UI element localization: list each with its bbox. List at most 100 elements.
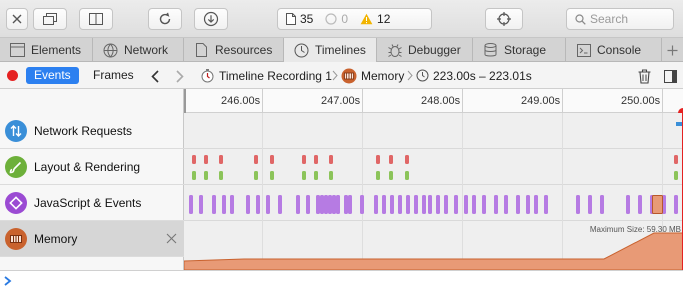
javascript-record-bar[interactable] [464,195,468,214]
javascript-record-bar[interactable] [674,195,678,214]
layout-record-bar[interactable] [254,171,258,180]
quick-console[interactable] [0,270,683,291]
javascript-record-bar[interactable] [482,195,486,214]
javascript-record-bar[interactable] [638,195,642,214]
javascript-record-bar[interactable] [454,195,458,214]
javascript-record-bar[interactable] [444,195,448,214]
javascript-record-bar[interactable] [516,195,520,214]
issue-counts[interactable]: 35 0 12 [277,8,432,30]
javascript-record-bar[interactable] [576,195,580,214]
record-button[interactable] [7,70,18,81]
layout-record-bar[interactable] [219,171,223,180]
javascript-record-bar[interactable] [414,195,418,214]
events-mode-button[interactable]: Events [26,67,79,84]
frames-mode-button[interactable]: Frames [93,67,134,84]
tab-resources[interactable]: Resources [184,38,284,62]
layout-record-bar[interactable] [329,171,333,180]
javascript-record-bar[interactable] [278,195,282,214]
javascript-record-bar[interactable] [306,195,310,214]
layout-record-bar[interactable] [302,171,306,180]
close-inspector-button[interactable] [6,8,28,30]
javascript-record-bar[interactable] [360,195,364,214]
javascript-record-bar[interactable] [222,195,226,214]
layout-record-bar[interactable] [376,155,380,164]
javascript-record-bar[interactable] [189,195,193,214]
layout-record-bar[interactable] [270,155,274,164]
javascript-record-bar[interactable] [256,195,260,214]
layout-record-bar[interactable] [405,155,409,164]
javascript-record-bar[interactable] [296,195,300,214]
layout-record-bar[interactable] [254,155,258,164]
tab-elements[interactable]: Elements [0,38,93,62]
layout-record-bar[interactable] [302,155,306,164]
tab-storage[interactable]: Storage [473,38,566,62]
dock-side-button[interactable] [79,8,113,30]
timeline-graph[interactable]: Maximum Size: 59.30 MB [184,113,683,270]
javascript-record-bar[interactable] [406,195,410,214]
timeline-row-layout-rendering[interactable]: Layout & Rendering [0,149,184,185]
javascript-record-bar[interactable] [472,195,476,214]
reload-button[interactable] [148,8,182,30]
tab-timelines[interactable]: Timelines [284,38,377,62]
javascript-record-bar[interactable] [398,195,402,214]
layout-record-bar[interactable] [192,155,196,164]
layout-record-bar[interactable] [219,155,223,164]
javascript-record-bar[interactable] [626,195,630,214]
timeline-row-network-requests[interactable]: Network Requests [0,113,184,149]
javascript-record-bar[interactable] [544,195,548,214]
timeline-row-memory[interactable]: Memory [0,221,184,257]
remove-timeline-close-icon[interactable] [166,233,177,244]
javascript-record-bar[interactable] [534,195,538,214]
javascript-record-bar[interactable] [422,195,426,214]
search-box[interactable] [566,8,674,30]
layout-record-bar[interactable] [405,171,409,180]
tab-debugger[interactable]: Debugger [377,38,473,62]
javascript-record-bar[interactable] [348,195,352,214]
javascript-record-bar[interactable] [230,195,234,214]
timeline-row-javascript-events[interactable]: JavaScript & Events [0,185,184,221]
javascript-record-bar[interactable] [504,195,508,214]
selected-record-bar[interactable] [652,195,663,214]
javascript-record-bar[interactable] [526,195,530,214]
javascript-record-bar[interactable] [199,195,203,214]
search-input[interactable] [590,12,670,26]
javascript-record-bar[interactable] [336,195,340,214]
tab-console[interactable]: Console [566,38,662,62]
javascript-record-bar[interactable] [382,195,386,214]
detach-window-button[interactable] [33,8,67,30]
javascript-record-bar[interactable] [374,195,378,214]
clear-timeline-button[interactable] [636,68,652,84]
breadcrumb-recording[interactable]: Timeline Recording 1 [200,67,332,84]
tab-network[interactable]: Network [93,38,184,62]
download-button[interactable] [194,8,228,30]
layout-record-bar[interactable] [329,155,333,164]
javascript-record-bar[interactable] [390,195,394,214]
toggle-details-sidebar-button[interactable] [662,68,678,84]
new-tab-button[interactable] [662,38,683,62]
layout-record-bar[interactable] [204,171,208,180]
breadcrumb-memory[interactable]: Memory [341,67,404,84]
layout-record-bar[interactable] [204,155,208,164]
javascript-record-bar[interactable] [494,195,498,214]
breadcrumb-range[interactable]: 223.00s – 223.01s [416,67,532,84]
javascript-record-bar[interactable] [588,195,592,214]
javascript-record-bar[interactable] [266,195,270,214]
javascript-record-bar[interactable] [212,195,216,214]
layout-record-bar[interactable] [389,155,393,164]
layout-record-bar[interactable] [674,155,678,164]
inspect-element-button[interactable] [485,8,523,30]
layout-record-bar[interactable] [389,171,393,180]
javascript-record-bar[interactable] [436,195,440,214]
back-button[interactable] [148,68,162,84]
forward-button[interactable] [173,68,187,84]
javascript-record-bar[interactable] [428,195,432,214]
layout-record-bar[interactable] [270,171,274,180]
layout-record-bar[interactable] [314,171,318,180]
layout-record-bar[interactable] [192,171,196,180]
javascript-record-bar[interactable] [600,195,604,214]
layout-record-bar[interactable] [376,171,380,180]
layout-record-bar[interactable] [314,155,318,164]
layout-record-bar[interactable] [674,171,678,180]
time-ruler[interactable]: 246.00s 247.00s 248.00s 249.00s 250.00s [184,89,683,118]
javascript-record-bar[interactable] [246,195,250,214]
